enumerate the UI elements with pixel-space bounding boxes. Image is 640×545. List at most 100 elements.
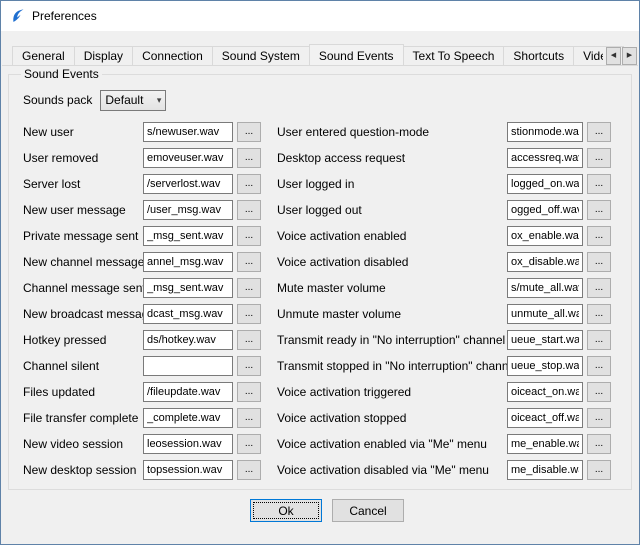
browse-button[interactable]: ...	[587, 200, 611, 220]
sound-file-input[interactable]	[507, 278, 583, 298]
sound-file-input[interactable]	[507, 252, 583, 272]
event-label: Files updated	[23, 385, 143, 399]
browse-button[interactable]: ...	[587, 304, 611, 324]
browse-button[interactable]: ...	[237, 278, 261, 298]
event-label: File transfer complete	[23, 411, 143, 425]
browse-button[interactable]: ...	[237, 148, 261, 168]
browse-button[interactable]: ...	[237, 174, 261, 194]
sound-file-input[interactable]	[143, 148, 233, 168]
event-row: New user message...	[23, 197, 261, 223]
sound-file-input[interactable]	[143, 226, 233, 246]
event-row: Voice activation disabled...	[277, 249, 611, 275]
sound-file-input[interactable]	[143, 408, 233, 428]
tab-sound-events[interactable]: Sound Events	[309, 44, 404, 66]
tab-sound-system[interactable]: Sound System	[212, 46, 310, 65]
sound-file-input[interactable]	[143, 304, 233, 324]
tab-general[interactable]: General	[12, 46, 75, 65]
titlebar[interactable]: Preferences	[1, 1, 639, 31]
ok-button[interactable]: Ok	[250, 499, 322, 522]
tab-connection[interactable]: Connection	[132, 46, 213, 65]
event-row: Server lost...	[23, 171, 261, 197]
browse-button[interactable]: ...	[587, 278, 611, 298]
browse-button[interactable]: ...	[587, 382, 611, 402]
event-row: Voice activation enabled via "Me" menu..…	[277, 431, 611, 457]
sound-file-input[interactable]	[143, 434, 233, 454]
sound-file-input[interactable]	[507, 460, 583, 480]
tab-display[interactable]: Display	[74, 46, 133, 65]
dialog-buttons: Ok Cancel	[15, 499, 639, 522]
browse-button[interactable]: ...	[587, 252, 611, 272]
event-row: Transmit ready in "No interruption" chan…	[277, 327, 611, 353]
browse-button[interactable]: ...	[587, 460, 611, 480]
browse-button[interactable]: ...	[587, 330, 611, 350]
event-row: Files updated...	[23, 379, 261, 405]
sound-file-input[interactable]	[507, 408, 583, 428]
browse-button[interactable]: ...	[587, 356, 611, 376]
sound-file-input[interactable]	[143, 252, 233, 272]
cancel-button[interactable]: Cancel	[332, 499, 404, 522]
sounds-pack-value: Default	[105, 93, 143, 107]
tab-shortcuts[interactable]: Shortcuts	[503, 46, 574, 65]
tab-scroll-control: ◀ ▶	[603, 47, 637, 65]
sound-file-input[interactable]	[507, 330, 583, 350]
browse-button[interactable]: ...	[587, 122, 611, 142]
preferences-window: Preferences General Display Connection S…	[0, 0, 640, 545]
browse-button[interactable]: ...	[237, 304, 261, 324]
browse-button[interactable]: ...	[237, 434, 261, 454]
browse-button[interactable]: ...	[587, 148, 611, 168]
sound-file-input[interactable]	[143, 278, 233, 298]
tab-scroll-left-icon[interactable]: ◀	[606, 47, 621, 65]
event-label: Server lost	[23, 177, 143, 191]
browse-button[interactable]: ...	[587, 174, 611, 194]
browse-button[interactable]: ...	[237, 226, 261, 246]
browse-button[interactable]: ...	[587, 434, 611, 454]
event-label: Voice activation disabled	[277, 255, 507, 269]
sound-file-input[interactable]	[143, 382, 233, 402]
sound-file-input[interactable]	[143, 200, 233, 220]
sound-file-input[interactable]	[143, 174, 233, 194]
sound-file-input[interactable]	[507, 174, 583, 194]
sound-file-input[interactable]	[507, 148, 583, 168]
sound-file-input[interactable]	[143, 460, 233, 480]
event-label: Voice activation stopped	[277, 411, 507, 425]
browse-button[interactable]: ...	[237, 382, 261, 402]
browse-button[interactable]: ...	[237, 200, 261, 220]
event-label: User entered question-mode	[277, 125, 507, 139]
event-row: New user...	[23, 119, 261, 145]
sound-file-input[interactable]	[143, 330, 233, 350]
sound-file-input[interactable]	[507, 200, 583, 220]
sound-file-input[interactable]	[507, 382, 583, 402]
event-row: Desktop access request...	[277, 145, 611, 171]
event-row: Voice activation enabled...	[277, 223, 611, 249]
sound-file-input[interactable]	[507, 434, 583, 454]
groupbox-title: Sound Events	[21, 67, 102, 81]
sound-file-input[interactable]	[507, 304, 583, 324]
tab-text-to-speech[interactable]: Text To Speech	[403, 46, 505, 65]
sound-file-input[interactable]	[143, 356, 233, 376]
event-row: User logged in...	[277, 171, 611, 197]
tab-bar: General Display Connection Sound System …	[2, 44, 638, 66]
event-label: New desktop session	[23, 463, 143, 477]
sound-file-input[interactable]	[507, 356, 583, 376]
event-label: New channel message	[23, 255, 143, 269]
event-row: New video session...	[23, 431, 261, 457]
event-label: Channel message sent	[23, 281, 143, 295]
tab-scroll-right-icon[interactable]: ▶	[622, 47, 637, 65]
browse-button[interactable]: ...	[237, 252, 261, 272]
browse-button[interactable]: ...	[237, 330, 261, 350]
browse-button[interactable]: ...	[587, 408, 611, 428]
sound-file-input[interactable]	[143, 122, 233, 142]
browse-button[interactable]: ...	[237, 408, 261, 428]
sound-file-input[interactable]	[507, 226, 583, 246]
browse-button[interactable]: ...	[237, 122, 261, 142]
sounds-pack-select[interactable]: Default ▾	[100, 90, 166, 111]
browse-button[interactable]: ...	[587, 226, 611, 246]
event-row: Unmute master volume...	[277, 301, 611, 327]
window-title: Preferences	[32, 9, 97, 23]
event-label: New user	[23, 125, 143, 139]
browse-button[interactable]: ...	[237, 460, 261, 480]
event-row: File transfer complete...	[23, 405, 261, 431]
event-label: Mute master volume	[277, 281, 507, 295]
sound-file-input[interactable]	[507, 122, 583, 142]
browse-button[interactable]: ...	[237, 356, 261, 376]
